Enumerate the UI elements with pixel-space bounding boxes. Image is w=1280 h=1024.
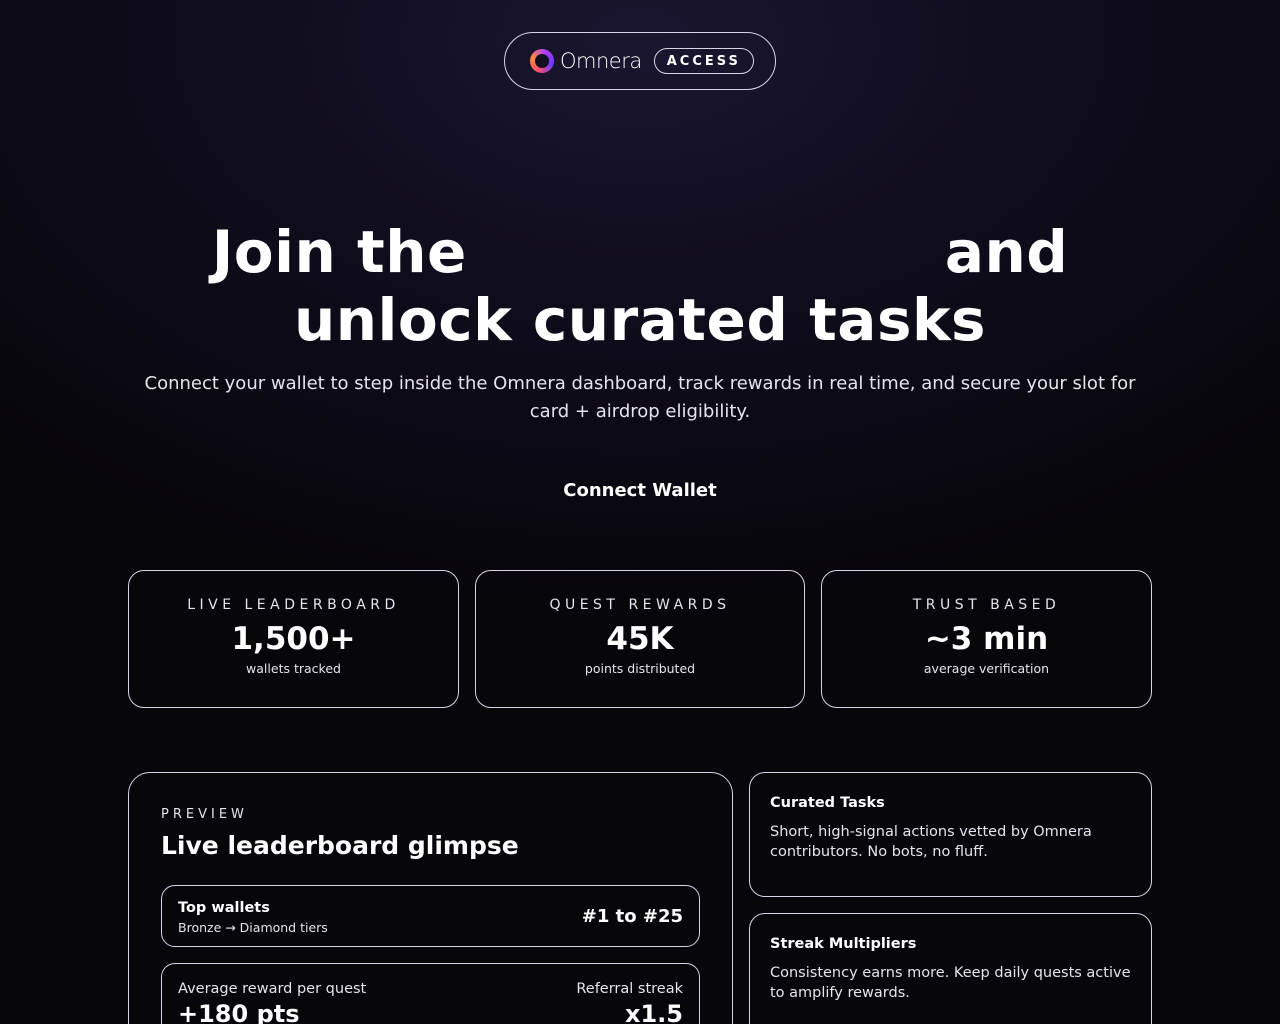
leaderboard-preview-card: PREVIEW Live leaderboard glimpse Top wal… <box>128 772 733 1024</box>
preview-title: Live leaderboard glimpse <box>161 831 519 860</box>
feature-title: Streak Multipliers <box>770 936 917 952</box>
feature-description: Consistency earns more. Keep daily quest… <box>770 965 1131 1001</box>
preview-kicker: PREVIEW <box>161 807 248 822</box>
stat-caption: wallets tracked <box>246 661 341 676</box>
referral-streak-label: Referral streak <box>576 981 683 997</box>
access-badge: ACCESS <box>653 48 754 74</box>
stat-caption: average verification <box>923 661 1050 676</box>
feature-description: Short, high-signal actions vetted by Omn… <box>770 824 1092 860</box>
hero-title-part1: Join the <box>211 218 467 286</box>
top-wallets-range: #1 to #25 <box>581 906 683 927</box>
top-wallets-row: Top wallets Bronze → Diamond tiers #1 to… <box>161 885 700 947</box>
stat-card-rewards: QUEST REWARDS 45K points distributed <box>475 570 805 708</box>
avg-reward-label: Average reward per quest <box>178 981 367 997</box>
top-wallets-subtitle: Bronze → Diamond tiers <box>178 920 328 935</box>
stat-value: 1,500+ <box>231 621 356 657</box>
referral-streak-value: x1.5 <box>625 1000 683 1024</box>
feature-card-curated-tasks: Curated Tasks Short, high-signal actions… <box>749 772 1152 897</box>
stat-caption: points distributed <box>584 661 696 676</box>
hero-title-gap <box>467 262 945 272</box>
top-wallets-title: Top wallets <box>178 900 270 916</box>
stat-value: 45K <box>606 621 674 657</box>
stat-label: TRUST BASED <box>912 597 1061 613</box>
avg-reward-value: +180 pts <box>178 1000 300 1024</box>
brand-name: Omnera <box>560 49 642 73</box>
feature-card-streak-multipliers: Streak Multipliers Consistency earns mor… <box>749 913 1152 1024</box>
header-pill: Omnera ACCESS <box>504 32 776 90</box>
hero-title-part2: and <box>944 218 1069 286</box>
hero-title: Join the and unlock curated tasks <box>0 218 1280 354</box>
stat-card-leaderboard: LIVE LEADERBOARD 1,500+ wallets tracked <box>128 570 459 708</box>
feature-title: Curated Tasks <box>770 795 885 811</box>
hero-title-line2: unlock curated tasks <box>293 286 987 354</box>
hero-subtitle: Connect your wallet to step inside the O… <box>144 373 1136 422</box>
reward-metrics-row: Average reward per quest Referral streak… <box>161 963 700 1024</box>
stat-card-trust: TRUST BASED ~3 min average verification <box>821 570 1152 708</box>
stat-label: LIVE LEADERBOARD <box>187 597 400 613</box>
stat-value: ~3 min <box>924 621 1049 657</box>
omnera-logo-icon <box>530 49 554 73</box>
stat-label: QUEST REWARDS <box>549 597 731 613</box>
connect-wallet-button[interactable]: Connect Wallet <box>540 474 740 506</box>
